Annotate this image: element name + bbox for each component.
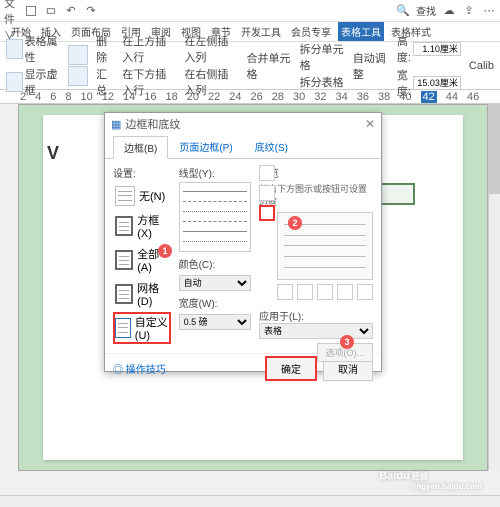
text-letter: V: [47, 143, 59, 164]
split-cells-button[interactable]: 拆分单元格: [300, 41, 345, 73]
preview-hint: 单击下方图示或按钮可设置边框: [259, 182, 373, 208]
search-placeholder[interactable]: 查找: [416, 3, 436, 18]
print-icon[interactable]: [44, 4, 58, 18]
annotation-badge-2: 2: [288, 216, 302, 230]
share-icon[interactable]: ⇪: [462, 4, 476, 18]
edge-diag2-button[interactable]: [357, 284, 373, 300]
edge-right-button[interactable]: [337, 284, 353, 300]
preview-label: 预览: [259, 165, 373, 180]
vertical-scrollbar[interactable]: [488, 104, 500, 471]
style-label: 线型(Y):: [179, 165, 251, 180]
tips-link[interactable]: ◎ 操作技巧: [113, 361, 166, 376]
color-select[interactable]: 自动: [179, 275, 251, 291]
edge-hmid-button[interactable]: [259, 185, 275, 201]
app-menu-icon[interactable]: 三 文件 ∨: [4, 4, 18, 18]
edge-diag1-button[interactable]: [277, 284, 293, 300]
tab-member[interactable]: 会员专享: [288, 22, 334, 41]
undo-icon[interactable]: ↶: [64, 4, 78, 18]
horizontal-scrollbar[interactable]: [0, 495, 500, 507]
tab-dev[interactable]: 开发工具: [238, 22, 284, 41]
annotation-badge-3: 3: [340, 335, 354, 349]
search-icon[interactable]: 🔍: [396, 4, 410, 18]
watermark: Baidu 经验 jingyan.baidu.com: [379, 470, 482, 491]
edge-top-button[interactable]: [259, 165, 275, 181]
close-icon[interactable]: ✕: [365, 117, 375, 131]
ribbon: 表格属性 显示虚框 删除 汇总 在上方插入行 在下方插入行 在左侧插入列 在右侧…: [0, 42, 500, 90]
apply-label: 应用于(L):: [259, 308, 373, 323]
eraser-button[interactable]: [68, 66, 88, 86]
insert-row-above-button[interactable]: 在上方插入行: [122, 33, 176, 65]
draw-table-button[interactable]: [68, 45, 88, 65]
preset-custom[interactable]: 自定义(U): [113, 312, 171, 344]
scrollbar-thumb[interactable]: [489, 104, 500, 194]
annotation-badge-1: 1: [158, 244, 172, 258]
tab-page-borders[interactable]: 页面边框(P): [168, 135, 243, 158]
dialog-title: 边框和底纹: [125, 116, 180, 132]
edge-bottom-button[interactable]: [259, 205, 275, 221]
height-input[interactable]: [413, 42, 461, 56]
edge-left-button[interactable]: [297, 284, 313, 300]
more-icon[interactable]: ⋯: [482, 4, 496, 18]
settings-label: 设置:: [113, 165, 171, 180]
width-select[interactable]: 0.5 磅: [179, 314, 251, 330]
font-name[interactable]: Calib: [469, 60, 494, 72]
width-input[interactable]: [413, 76, 461, 90]
tab-borders[interactable]: 边框(B): [113, 136, 168, 159]
redo-icon[interactable]: ↷: [84, 4, 98, 18]
tab-shading[interactable]: 底纹(S): [244, 135, 299, 158]
insert-col-left-button[interactable]: 在左侧插入列: [184, 33, 238, 65]
apply-select[interactable]: 表格: [259, 323, 373, 339]
preset-box[interactable]: 方框(X): [113, 210, 171, 242]
preset-grid[interactable]: 网格(D): [113, 278, 171, 310]
horizontal-ruler: 2468101214161820222426283032343638404244…: [0, 90, 500, 104]
line-style-list[interactable]: [179, 182, 251, 252]
edge-vmid-button[interactable]: [317, 284, 333, 300]
split-table-button[interactable]: 拆分表格: [300, 74, 345, 90]
save-icon[interactable]: [24, 4, 38, 18]
table-props-button[interactable]: 表格属性: [6, 33, 60, 65]
tab-table-tools[interactable]: 表格工具: [338, 22, 384, 41]
borders-shading-dialog: ▦ 边框和底纹 ✕ 边框(B) 页面边框(P) 底纹(S) 设置: 无(N) 方…: [104, 112, 382, 372]
preset-none[interactable]: 无(N): [113, 184, 171, 208]
ok-button[interactable]: 确定: [265, 356, 317, 381]
color-label: 颜色(C):: [179, 256, 251, 271]
merge-cells-button[interactable]: 合并单元格: [247, 50, 292, 82]
delete-button[interactable]: 删除: [96, 33, 114, 65]
title-bar: 三 文件 ∨ ↶ ↷ 🔍 查找 ☁ ⇪ ⋯: [0, 0, 500, 22]
dialog-icon: ▦: [111, 118, 121, 131]
width-label: 宽度(W):: [179, 295, 251, 310]
autofit-button[interactable]: 自动调整: [353, 50, 389, 82]
cloud-icon[interactable]: ☁: [442, 4, 456, 18]
height-label: 高度:: [397, 33, 411, 65]
